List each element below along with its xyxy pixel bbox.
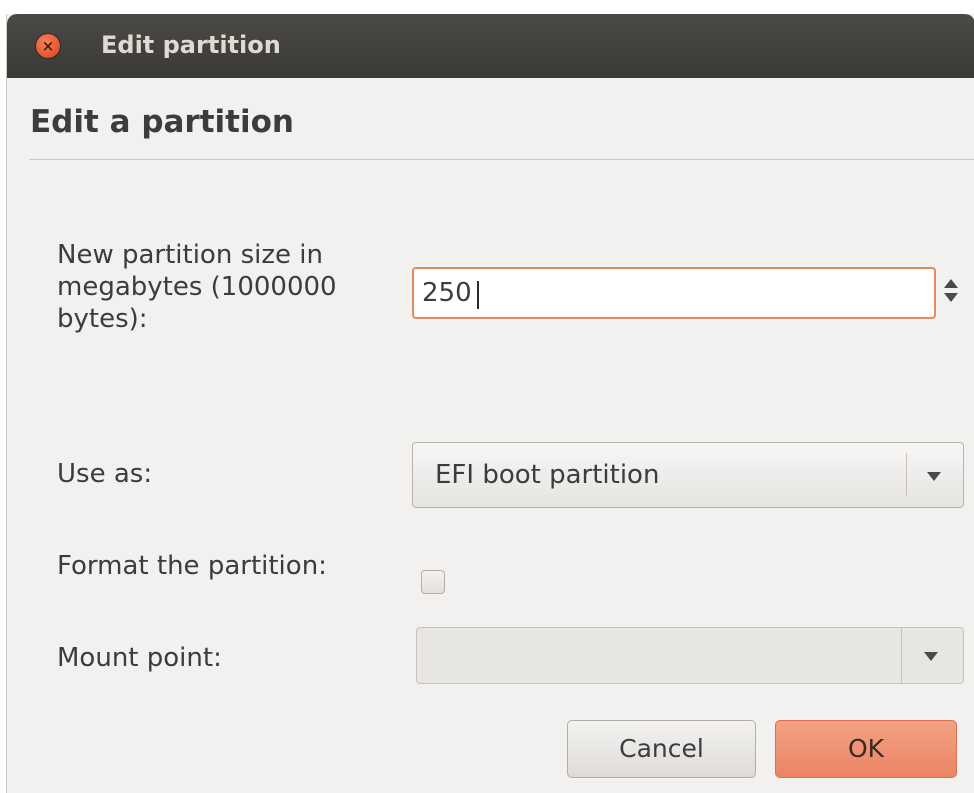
- edit-partition-dialog: × Edit partition Edit a partition New pa…: [6, 14, 974, 793]
- format-partition-label: Format the partition:: [57, 551, 327, 581]
- chevron-down-icon[interactable]: [924, 652, 938, 661]
- chevron-up-icon[interactable]: [944, 279, 958, 288]
- close-icon[interactable]: ×: [36, 34, 60, 58]
- mount-point-dropdown[interactable]: [416, 627, 964, 684]
- size-spinner[interactable]: [937, 273, 965, 313]
- mount-point-label: Mount point:: [57, 643, 222, 673]
- chevron-down-icon[interactable]: [944, 293, 958, 302]
- dropdown-divider: [901, 627, 902, 684]
- partition-size-label: New partition size in megabytes (1000000…: [57, 240, 337, 334]
- use-as-label: Use as:: [57, 459, 153, 489]
- text-caret: [477, 281, 479, 309]
- format-partition-checkbox[interactable]: [421, 570, 445, 594]
- heading-separator: [29, 159, 974, 160]
- partition-size-input[interactable]: [412, 267, 936, 319]
- cancel-button[interactable]: Cancel: [567, 720, 756, 778]
- use-as-selected-value: EFI boot partition: [435, 460, 660, 490]
- ok-button[interactable]: OK: [775, 720, 957, 778]
- use-as-dropdown[interactable]: EFI boot partition: [412, 442, 964, 508]
- dialog-heading: Edit a partition: [30, 104, 294, 140]
- window-title: Edit partition: [101, 31, 281, 59]
- dropdown-divider: [906, 453, 907, 497]
- chevron-down-icon: [927, 472, 941, 481]
- title-bar[interactable]: × Edit partition: [7, 14, 974, 78]
